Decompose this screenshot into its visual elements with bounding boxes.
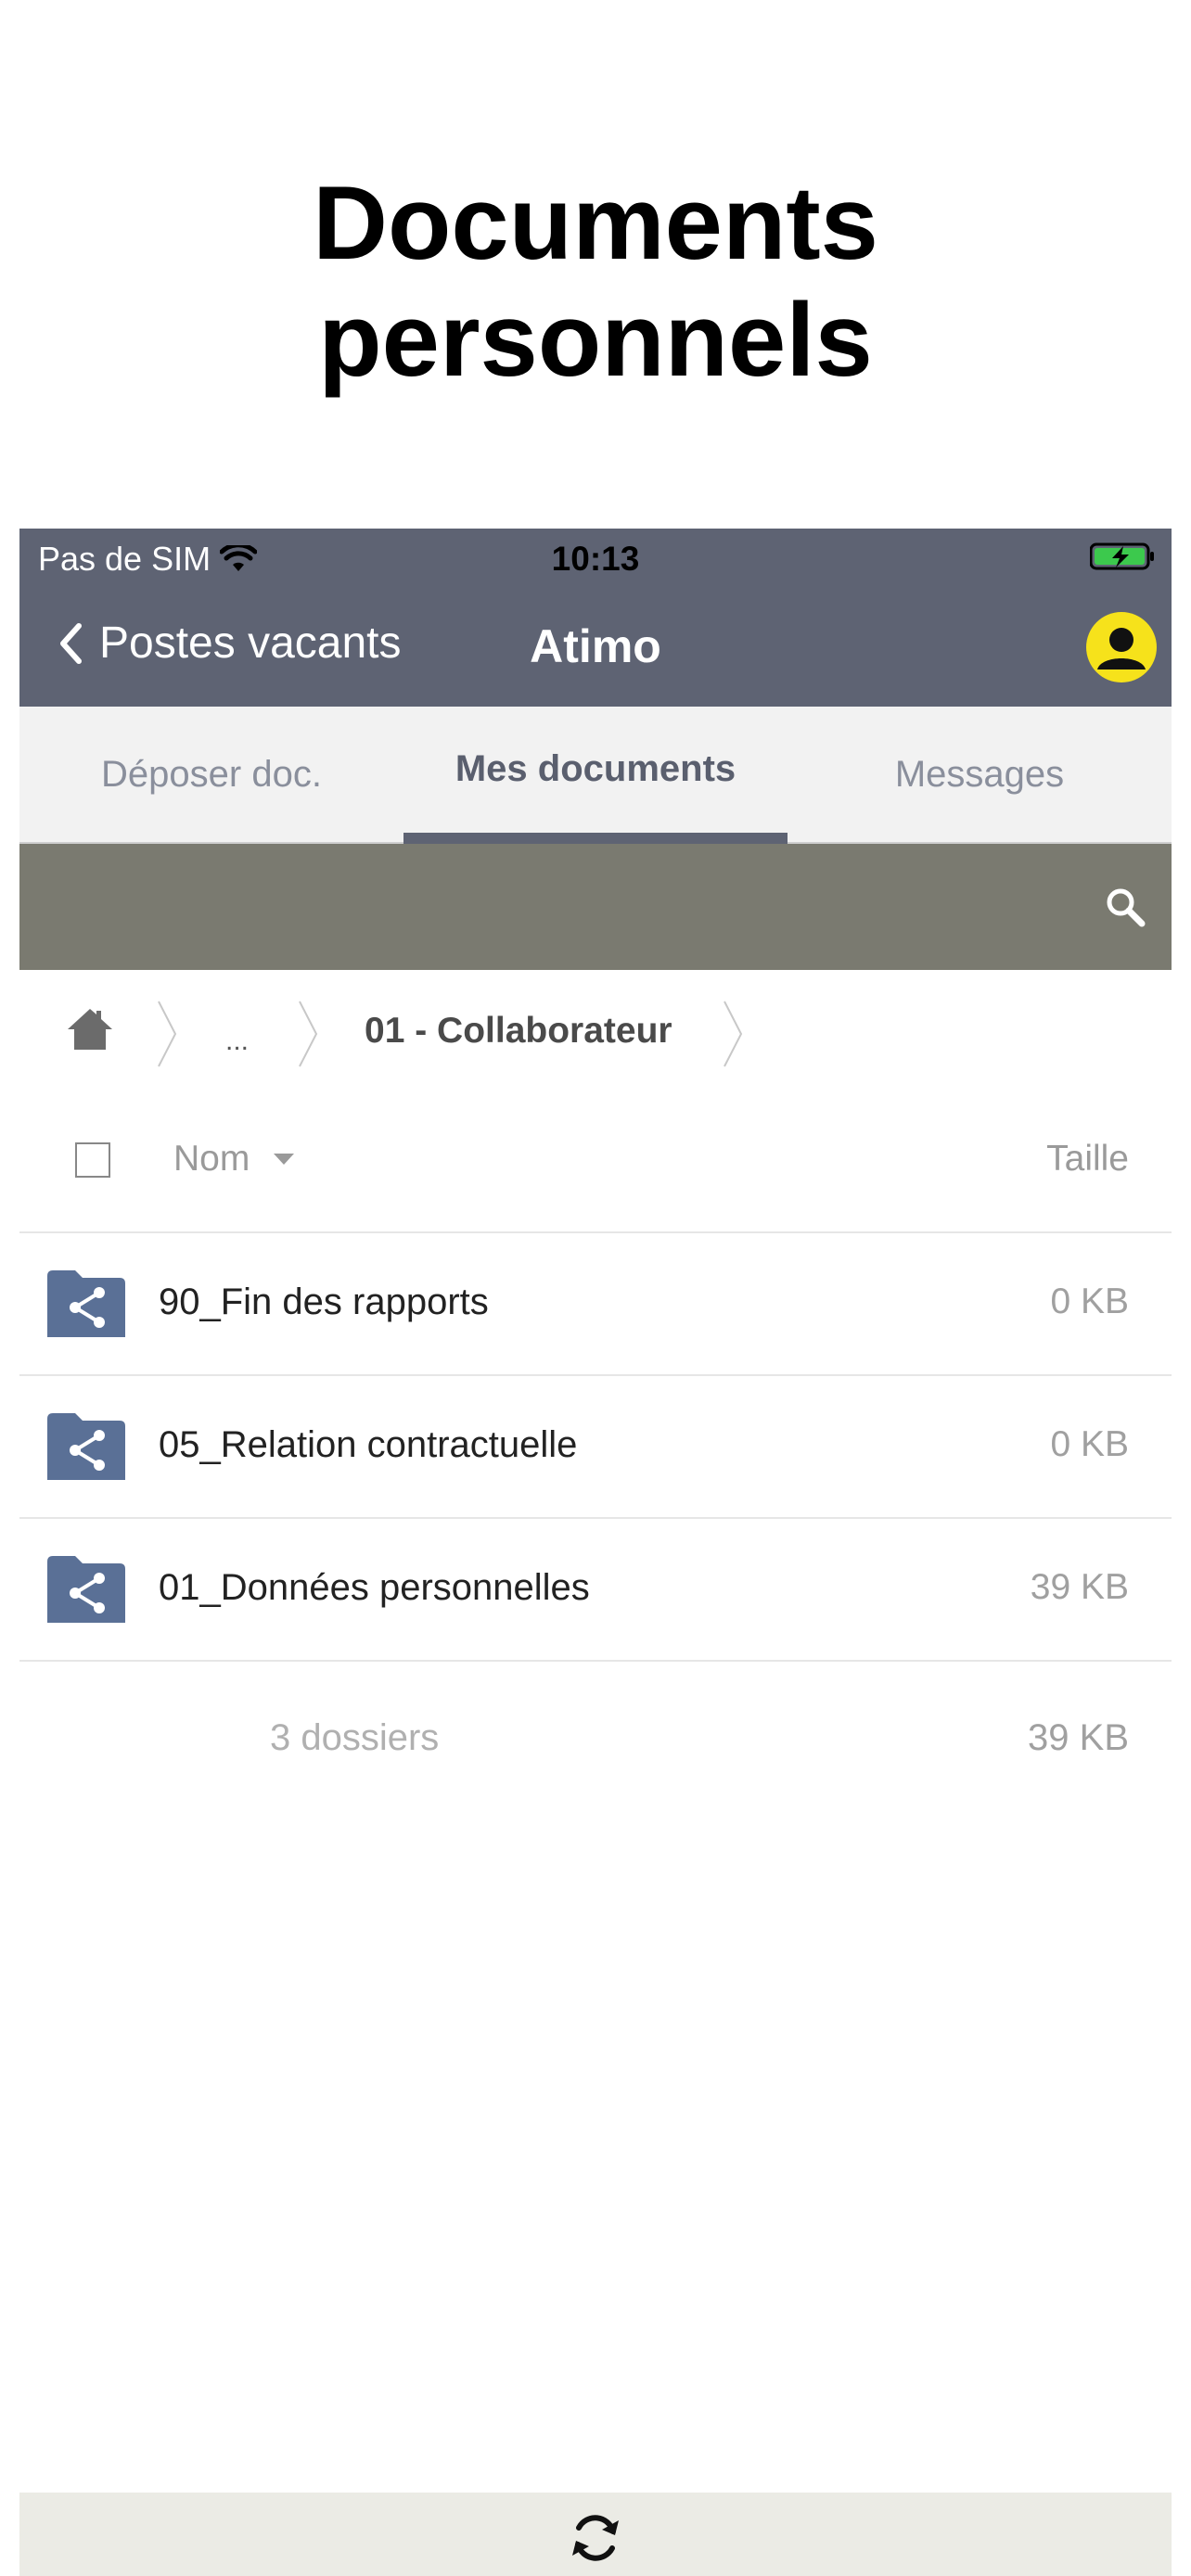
item-name: 90_Fin des rapports — [159, 1282, 489, 1322]
nav-title: Atimo — [530, 620, 661, 672]
refresh-icon[interactable] — [567, 2509, 624, 2567]
shared-folder-icon — [47, 1270, 125, 1337]
item-name: 01_Données personnelles — [159, 1567, 590, 1608]
search-bar — [19, 844, 1172, 970]
breadcrumb-current: 01 - Collaborateur — [365, 1011, 672, 1051]
list-item[interactable]: 01_Données personnelles 39 KB — [19, 1519, 1172, 1662]
status-time: 10:13 — [551, 540, 640, 578]
list-summary: 3 dossiers 39 KB — [19, 1717, 1172, 1792]
device-screen: Pas de SIM 10:13 Postes vacants Atimo Dé… — [19, 529, 1172, 2576]
breadcrumb-separator-icon — [158, 1001, 177, 1067]
sort-by-name-header[interactable]: Nom — [173, 1139, 296, 1180]
list-header: Nom Taille — [19, 1092, 1172, 1233]
breadcrumb: ... 01 - Collaborateur — [19, 970, 1172, 1092]
top-bar: Pas de SIM 10:13 Postes vacants Atimo — [19, 529, 1172, 707]
home-icon[interactable] — [66, 1007, 114, 1052]
tab-messages[interactable]: Messages — [788, 707, 1172, 842]
breadcrumb-separator-icon — [299, 1001, 318, 1067]
column-size-header[interactable]: Taille — [1046, 1139, 1129, 1180]
shared-folder-icon — [47, 1556, 125, 1623]
battery-charging-icon — [1090, 542, 1154, 570]
list-item[interactable]: 90_Fin des rapports 0 KB — [19, 1233, 1172, 1376]
total-size: 39 KB — [1028, 1717, 1129, 1758]
select-all-checkbox[interactable] — [75, 1142, 110, 1178]
breadcrumb-separator-icon — [724, 1001, 743, 1067]
user-avatar-icon[interactable] — [1086, 612, 1157, 682]
list-item[interactable]: 05_Relation contractuelle 0 KB — [19, 1376, 1172, 1519]
item-size: 39 KB — [1030, 1567, 1129, 1607]
item-name: 05_Relation contractuelle — [159, 1424, 578, 1465]
tab-deposer-doc[interactable]: Déposer doc. — [19, 707, 403, 842]
active-tab-indicator — [403, 833, 788, 844]
user-silhouette-icon — [1097, 628, 1146, 670]
tab-mes-documents[interactable]: Mes documents — [403, 707, 788, 842]
caret-down-icon — [274, 1154, 295, 1165]
breadcrumb-ellipsis[interactable]: ... — [225, 1026, 249, 1057]
tab-bar: Déposer doc. Mes documents Messages — [19, 707, 1172, 844]
headline-line-2: personnels — [318, 282, 873, 398]
folder-count: 3 dossiers — [270, 1717, 440, 1758]
page-headline: Documents personnels — [0, 165, 1191, 399]
headline-line-1: Documents — [313, 165, 878, 281]
bottom-toolbar — [19, 2493, 1172, 2576]
search-icon[interactable] — [1103, 885, 1147, 929]
item-size: 0 KB — [1050, 1424, 1129, 1464]
item-size: 0 KB — [1050, 1282, 1129, 1321]
column-name-label: Nom — [173, 1139, 250, 1179]
shared-folder-icon — [47, 1413, 125, 1480]
